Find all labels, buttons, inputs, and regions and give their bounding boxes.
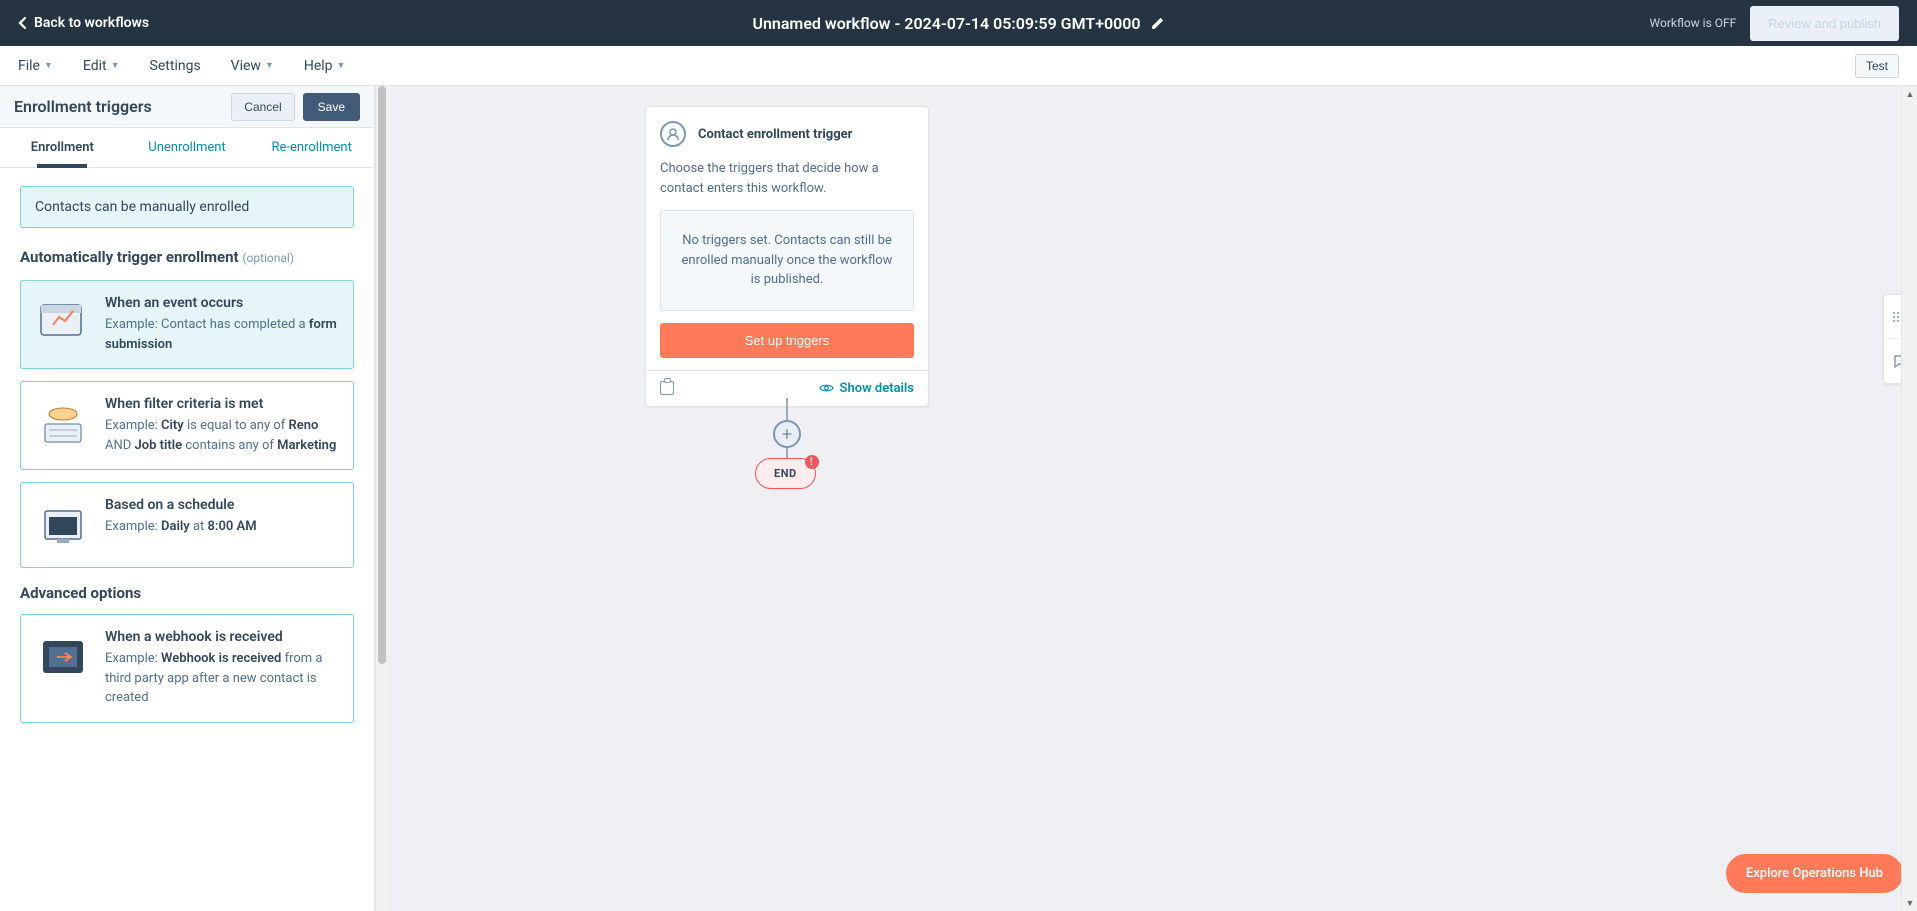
workflow-status: Workflow is OFF bbox=[1650, 16, 1737, 30]
warning-badge-icon: ! bbox=[805, 455, 819, 469]
review-publish-button[interactable]: Review and publish bbox=[1750, 6, 1899, 41]
test-button[interactable]: Test bbox=[1855, 54, 1899, 78]
menubar: File▼ Edit▼ Settings View▼ Help▼ Test bbox=[0, 46, 1917, 86]
card-based-on-schedule[interactable]: Based on a schedule Example: Daily at 8:… bbox=[20, 482, 354, 568]
auto-trigger-title: Automatically trigger enrollment (option… bbox=[20, 248, 354, 266]
chevron-down-icon: ▼ bbox=[337, 60, 346, 71]
contact-enrollment-trigger-card: Contact enrollment trigger Choose the tr… bbox=[645, 106, 929, 407]
event-illustration-icon bbox=[35, 295, 91, 351]
add-action-button[interactable]: + bbox=[773, 420, 801, 448]
show-details-link[interactable]: Show details bbox=[819, 381, 914, 396]
filter-illustration-icon bbox=[35, 396, 91, 452]
chevron-down-icon: ▼ bbox=[265, 60, 274, 71]
card-example: Example: City is equal to any of Reno AN… bbox=[105, 416, 339, 455]
end-label: END bbox=[774, 467, 797, 480]
tab-enrollment[interactable]: Enrollment bbox=[0, 128, 125, 167]
clipboard-icon[interactable] bbox=[660, 381, 674, 395]
tab-unenrollment[interactable]: Unenrollment bbox=[125, 128, 250, 167]
workflow-title: Unnamed workflow - 2024-07-14 05:09:59 G… bbox=[752, 14, 1140, 33]
end-node[interactable]: END ! bbox=[755, 458, 816, 489]
sidebar-title: Enrollment triggers bbox=[14, 97, 152, 116]
menu-help[interactable]: Help▼ bbox=[304, 58, 346, 74]
schedule-illustration-icon bbox=[35, 497, 91, 553]
sidebar-header: Enrollment triggers Cancel Save bbox=[0, 86, 374, 128]
contact-icon bbox=[660, 121, 686, 147]
cancel-button[interactable]: Cancel bbox=[231, 93, 294, 121]
menu-view[interactable]: View▼ bbox=[231, 58, 274, 74]
sidebar-scrollbar[interactable] bbox=[375, 86, 387, 911]
sidebar-body: Contacts can be manually enrolled Automa… bbox=[0, 168, 374, 911]
canvas-scrollbar[interactable]: ▲ ▼ bbox=[1901, 86, 1917, 911]
chevron-down-icon: ▼ bbox=[44, 60, 53, 71]
explore-operations-hub-button[interactable]: Explore Operations Hub bbox=[1726, 854, 1903, 893]
sidebar-panel: Enrollment triggers Cancel Save Enrollme… bbox=[0, 86, 375, 911]
manual-enroll-alert: Contacts can be manually enrolled bbox=[20, 186, 354, 228]
eye-icon bbox=[819, 383, 834, 393]
save-button[interactable]: Save bbox=[303, 93, 360, 121]
card-title: Based on a schedule bbox=[105, 497, 339, 513]
scroll-up-icon[interactable]: ▲ bbox=[1902, 86, 1917, 102]
scroll-down-icon[interactable]: ▼ bbox=[1902, 895, 1917, 911]
setup-triggers-button[interactable]: Set up triggers bbox=[660, 323, 914, 358]
menu-settings[interactable]: Settings bbox=[150, 58, 201, 74]
card-when-filter-criteria-met[interactable]: When filter criteria is met Example: Cit… bbox=[20, 381, 354, 470]
card-example: Example: Contact has completed a form su… bbox=[105, 315, 339, 354]
workflow-canvas[interactable]: Contact enrollment trigger Choose the tr… bbox=[387, 86, 1917, 911]
back-label: Back to workflows bbox=[34, 15, 149, 31]
card-when-webhook-received[interactable]: When a webhook is received Example: Webh… bbox=[20, 614, 354, 723]
workflow-title-wrap: Unnamed workflow - 2024-07-14 05:09:59 G… bbox=[752, 14, 1164, 33]
webhook-illustration-icon bbox=[35, 629, 91, 685]
trigger-empty-state: No triggers set. Contacts can still be e… bbox=[660, 210, 914, 311]
menu-file[interactable]: File▼ bbox=[18, 58, 53, 74]
card-when-event-occurs[interactable]: When an event occurs Example: Contact ha… bbox=[20, 280, 354, 369]
chevron-left-icon bbox=[18, 16, 28, 30]
card-title: When an event occurs bbox=[105, 295, 339, 311]
menu-edit[interactable]: Edit▼ bbox=[83, 58, 120, 74]
trigger-card-title: Contact enrollment trigger bbox=[698, 127, 852, 142]
advanced-options-title: Advanced options bbox=[20, 584, 354, 602]
trigger-card-header: Contact enrollment trigger bbox=[646, 107, 928, 155]
card-example: Example: Webhook is received from a thir… bbox=[105, 649, 339, 708]
back-to-workflows-link[interactable]: Back to workflows bbox=[18, 15, 149, 31]
card-title: When filter criteria is met bbox=[105, 396, 339, 412]
pencil-icon[interactable] bbox=[1151, 16, 1165, 30]
card-example: Example: Daily at 8:00 AM bbox=[105, 517, 339, 537]
chevron-down-icon: ▼ bbox=[111, 60, 120, 71]
card-title: When a webhook is received bbox=[105, 629, 339, 645]
sidebar-tabs: Enrollment Unenrollment Re-enrollment bbox=[0, 128, 374, 168]
tab-re-enrollment[interactable]: Re-enrollment bbox=[249, 128, 374, 167]
trigger-card-description: Choose the triggers that decide how a co… bbox=[646, 155, 928, 210]
topbar: Back to workflows Unnamed workflow - 202… bbox=[0, 0, 1917, 46]
